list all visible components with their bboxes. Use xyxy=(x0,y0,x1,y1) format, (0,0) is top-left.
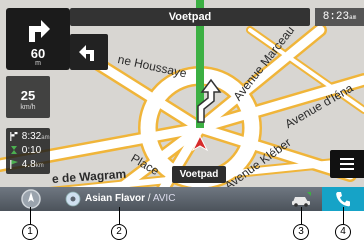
current-road-label: Voetpad xyxy=(172,166,226,183)
speed-panel: 25 km/h xyxy=(6,76,50,118)
speed-value: 25 xyxy=(20,88,36,103)
turn-right-arrow-icon xyxy=(29,20,50,42)
hamburger-menu-icon xyxy=(340,158,354,170)
callout-2: 2 xyxy=(111,224,127,240)
compass-icon xyxy=(21,189,41,209)
distance-flag-icon xyxy=(10,160,18,170)
callout-line-2 xyxy=(119,207,120,224)
compass-button[interactable] xyxy=(18,188,44,210)
arrival-time-row: 8:32am xyxy=(9,130,50,144)
trip-info-panel[interactable]: 8:32am 0:10 4.8km xyxy=(6,128,50,174)
turn-left-arrow-icon xyxy=(79,45,94,61)
now-playing-separator: / xyxy=(145,193,153,204)
callout-line-1 xyxy=(30,207,31,224)
clock: 8:23am xyxy=(315,8,364,26)
track-title: Asian Flavor xyxy=(85,193,146,204)
turn-distance: 60 xyxy=(30,46,46,61)
callout-3: 3 xyxy=(293,224,309,240)
next-turn-panel[interactable]: 60 m xyxy=(6,8,70,70)
finish-flag-icon xyxy=(10,132,18,142)
current-street-banner: Voetpad xyxy=(70,8,310,26)
callout-line-3 xyxy=(301,207,302,224)
disc-icon xyxy=(65,191,81,207)
now-playing-info[interactable]: Asian Flavor / AVIC xyxy=(85,190,175,208)
callout-1: 1 xyxy=(22,224,38,240)
turn-distance-unit: m xyxy=(35,60,41,67)
audio-source: AVIC xyxy=(152,193,176,204)
callout-line-4 xyxy=(343,207,344,224)
callout-4: 4 xyxy=(335,224,351,240)
menu-button[interactable] xyxy=(330,150,364,178)
hourglass-icon xyxy=(11,146,17,155)
phone-icon xyxy=(336,192,350,207)
remaining-distance-row: 4.8km xyxy=(9,158,44,172)
following-turn-panel[interactable] xyxy=(70,34,108,70)
speed-unit: km/h xyxy=(20,104,36,111)
navigation-screen: ne Houssaye Avenue Marceau Avenue d'Iéna… xyxy=(0,0,364,211)
remaining-time-row: 0:10 xyxy=(9,144,41,158)
traffic-car-icon[interactable] xyxy=(290,190,314,208)
